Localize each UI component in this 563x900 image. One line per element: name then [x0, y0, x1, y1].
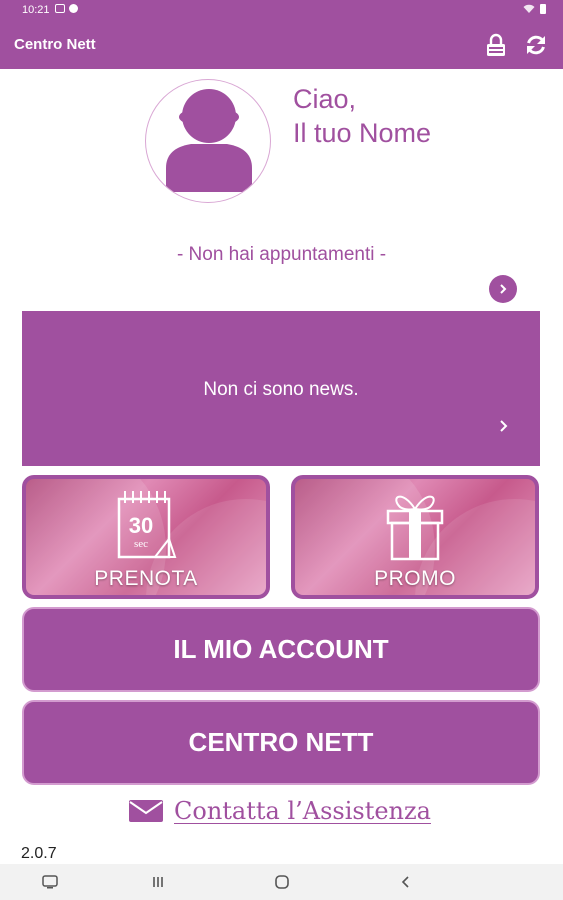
app-bar: Centro Nett [0, 20, 563, 69]
screen-icon [42, 875, 58, 889]
image-notification-icon [55, 4, 65, 13]
promo-label: PROMO [374, 567, 456, 590]
recent-apps-button[interactable] [128, 864, 188, 900]
avatar[interactable] [145, 79, 271, 203]
calendar-icon: 30 sec [117, 491, 177, 559]
system-nav-bar [0, 864, 563, 900]
greeting-hello: Ciao, [293, 84, 357, 114]
prenota-label: PRENOTA [94, 567, 198, 590]
app-version: 2.0.7 [21, 845, 57, 862]
my-account-button[interactable]: IL MIO ACCOUNT [22, 607, 540, 692]
news-text: Non ci sono news. [203, 379, 359, 400]
refresh-icon [527, 35, 545, 55]
status-time: 10:21 [22, 4, 50, 16]
recent-apps-icon [153, 877, 163, 887]
prenota-tile[interactable]: 30 sec PRENOTA [22, 475, 270, 599]
appointments-next-button[interactable] [489, 275, 517, 303]
mail-icon [129, 800, 163, 822]
status-bar: 10:21 [0, 0, 563, 20]
calendar-number: 30 [129, 513, 153, 538]
news-panel[interactable]: Non ci sono news. [22, 311, 540, 466]
screenshot-nav-button[interactable] [20, 864, 80, 900]
lock-button[interactable] [483, 32, 509, 58]
back-icon [401, 876, 409, 888]
home-icon [275, 875, 289, 889]
gift-icon [386, 495, 444, 561]
chevron-right-icon [500, 284, 507, 294]
calendar-subtext: sec [134, 538, 148, 550]
greeting: Ciao, Il tuo Nome [293, 82, 431, 150]
app-bar-actions [483, 32, 549, 58]
back-button[interactable] [375, 864, 435, 900]
promo-tile[interactable]: PROMO [291, 475, 539, 599]
contact-support-label: Contatta l’Assistenza [174, 797, 431, 825]
home-button[interactable] [252, 864, 312, 900]
chevron-right-icon [500, 420, 508, 432]
battery-icon [540, 4, 546, 14]
greeting-name: Il tuo Nome [293, 118, 432, 148]
appointments-status: - Non hai appuntamenti - [176, 244, 387, 265]
info-notification-icon [69, 4, 78, 13]
contact-support-link[interactable]: Contatta l’Assistenza [128, 797, 431, 825]
status-system-icons [523, 3, 547, 15]
lock-icon [487, 33, 505, 56]
app-title: Centro Nett [14, 36, 96, 53]
avatar-silhouette [166, 89, 252, 192]
status-notification-icons [55, 4, 78, 13]
refresh-button[interactable] [523, 32, 549, 58]
wifi-icon [523, 4, 535, 13]
centro-nett-button[interactable]: CENTRO NETT [22, 700, 540, 785]
